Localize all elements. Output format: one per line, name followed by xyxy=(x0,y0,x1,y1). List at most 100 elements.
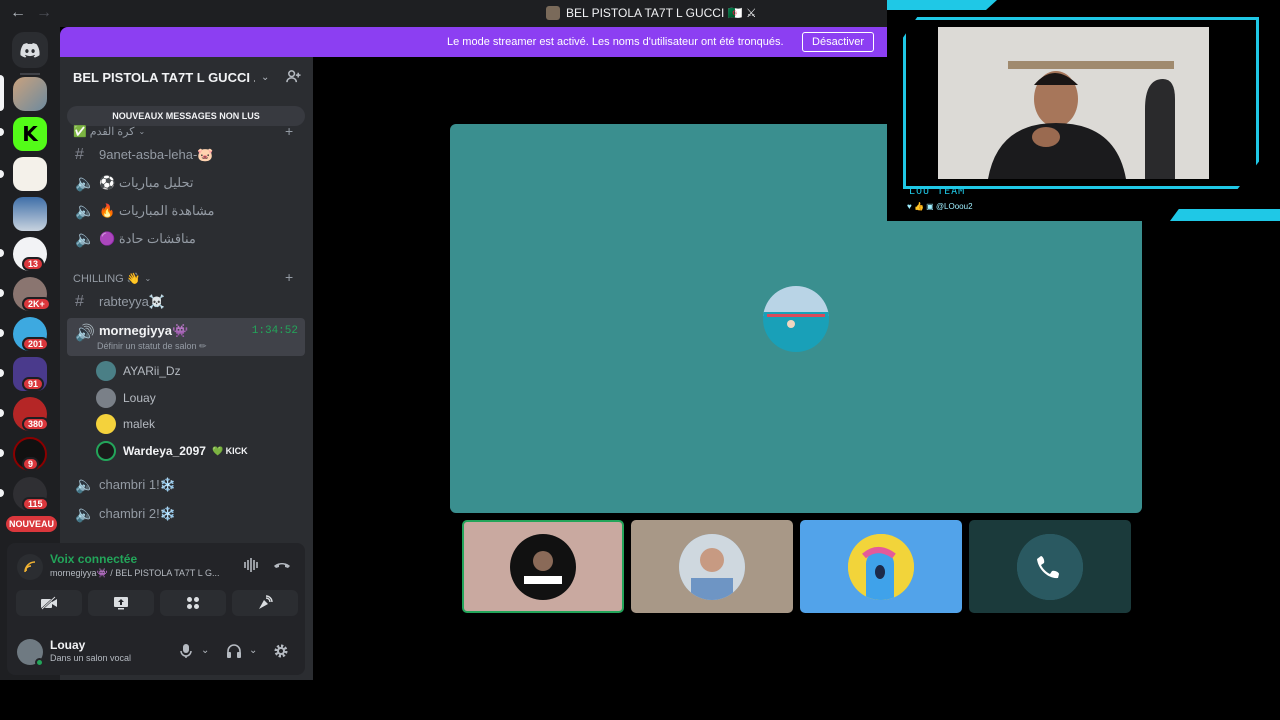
mention-badge: 201 xyxy=(22,337,50,351)
overlay-handle: ♥ 👍 ▣ @LOoou2 xyxy=(907,202,973,211)
avatar xyxy=(679,533,745,600)
channel-status-hint[interactable]: Définir un statut de salon ✏ xyxy=(97,341,207,352)
voice-channel[interactable]: 🔈 chambri 2!❄️ xyxy=(67,500,305,528)
channel-name: rabteyya☠️ xyxy=(99,294,166,309)
channel-name: 🟣 مناقشات حادة xyxy=(99,231,196,246)
voice-channel[interactable]: 🔈 chambri 1!❄️ xyxy=(67,471,305,499)
rail-separator xyxy=(20,73,40,75)
speaker-icon: 🔈 xyxy=(75,477,95,494)
category-chilling[interactable]: CHILLING 👋 ⌄ xyxy=(73,272,151,285)
add-channel-icon[interactable]: + xyxy=(285,269,293,285)
add-channel-icon[interactable]: + xyxy=(285,123,293,139)
voice-member[interactable]: AYARii_Dz xyxy=(96,359,181,383)
mention-badge: 9 xyxy=(22,457,40,471)
headphones-icon[interactable] xyxy=(226,643,242,659)
guild-name: BEL PISTOLA TA7T L GUCCI ... xyxy=(73,69,255,85)
online-status-icon xyxy=(35,658,44,667)
voice-member[interactable]: Louay xyxy=(96,386,156,410)
streamer-mode-banner: Le mode streamer est activé. Les noms d'… xyxy=(60,27,887,57)
participant-tile[interactable] xyxy=(631,520,793,613)
noise-suppression-icon[interactable] xyxy=(243,557,259,573)
member-name: Wardeya_2097 xyxy=(123,444,206,458)
speaker-icon: 🔈 xyxy=(75,231,95,248)
server-icon-club[interactable] xyxy=(13,157,47,191)
voice-member-speaking[interactable]: Wardeya_2097 💚 KICK xyxy=(96,439,248,463)
unread-messages-bar[interactable]: NOUVEAUX MESSAGES NON LUS xyxy=(67,106,305,126)
screen-share-icon xyxy=(114,597,128,610)
hash-icon: # xyxy=(75,146,84,163)
kick-badge: 💚 KICK xyxy=(211,445,248,457)
category-label: CHILLING 👋 xyxy=(73,273,141,285)
voice-channel[interactable]: 🔈 🔥 مشاهدة المباريات xyxy=(67,197,305,225)
back-arrow-icon[interactable]: ← xyxy=(10,4,26,21)
disable-streamer-button[interactable]: Désactiver xyxy=(802,32,874,52)
channel-name: chambri 1!❄️ xyxy=(99,477,176,492)
soundboard-button[interactable] xyxy=(232,590,298,616)
voice-channel[interactable]: 🔈 ⚽ تحليل مباريات xyxy=(67,169,305,197)
webcam-overlay: LOU TEAM ♥ 👍 ▣ @LOoou2 xyxy=(887,0,1280,221)
voice-channel[interactable]: 🔈 🟣 مناقشات حادة xyxy=(67,225,305,253)
mention-badge: 13 xyxy=(22,257,45,271)
avatar xyxy=(96,441,116,461)
avatar xyxy=(510,533,576,600)
nav-arrows: ← → xyxy=(10,4,62,22)
active-server-pill xyxy=(0,75,4,111)
channel-name: 9anet-asba-leha-🐷 xyxy=(99,147,214,162)
webcam-feed xyxy=(938,27,1209,179)
unread-pill xyxy=(0,369,4,377)
category-label: ✅ كرة القدم xyxy=(73,126,135,138)
overlay-accent xyxy=(887,0,997,10)
chevron-down-icon[interactable]: ⌄ xyxy=(249,645,257,656)
screen-share-button[interactable] xyxy=(88,590,154,616)
unread-pill xyxy=(0,289,4,297)
disconnect-icon[interactable] xyxy=(273,557,291,573)
server-icon-4[interactable] xyxy=(13,197,47,231)
category-kora[interactable]: ✅ كرة القدم ⌄ xyxy=(73,125,145,138)
voice-channel-active[interactable]: 🔊 mornegiyya👾 1:34:52 Définir un statut … xyxy=(67,318,305,356)
microphone-icon[interactable] xyxy=(179,643,193,659)
server-icon-kick[interactable]: K xyxy=(13,117,47,151)
participant-tile-speaking[interactable] xyxy=(462,520,624,613)
forward-arrow-icon[interactable]: → xyxy=(36,4,52,21)
unread-pill xyxy=(0,489,4,497)
voice-connected-label[interactable]: Voix connectée xyxy=(50,552,137,566)
focused-participant-avatar[interactable] xyxy=(763,286,829,352)
participant-tile[interactable] xyxy=(800,520,962,613)
add-member-icon[interactable] xyxy=(286,69,301,84)
unread-pill xyxy=(0,249,4,257)
discord-logo-icon xyxy=(20,42,40,58)
voice-channel-path[interactable]: mornegiyya👾 / BEL PISTOLA TA7T L G... xyxy=(50,568,230,579)
discord-home-button[interactable] xyxy=(12,32,48,68)
mention-badge: 115 xyxy=(22,497,49,511)
avatar xyxy=(96,361,116,381)
voice-member[interactable]: malek xyxy=(96,412,155,436)
text-channel[interactable]: # rabteyya☠️ xyxy=(67,288,305,316)
soundboard-icon xyxy=(259,595,273,609)
chevron-down-icon[interactable]: ⌄ xyxy=(201,645,209,656)
unread-pill xyxy=(0,449,4,457)
mention-badge: 380 xyxy=(22,417,50,431)
text-channel[interactable]: #9anet-asba-leha-🐷 xyxy=(67,141,305,169)
chevron-down-icon: ⌄ xyxy=(138,127,146,136)
participant-tile-calling[interactable] xyxy=(969,520,1131,613)
activities-button[interactable] xyxy=(160,590,226,616)
channel-name: 🔥 مشاهدة المباريات xyxy=(99,203,215,218)
mention-badge: 2K+ xyxy=(22,297,51,311)
unread-pill xyxy=(0,128,4,136)
connection-icon[interactable] xyxy=(17,554,43,580)
channel-name: mornegiyya👾 xyxy=(99,323,189,338)
new-servers-badge[interactable]: NOUVEAU xyxy=(6,516,58,532)
guild-header[interactable]: BEL PISTOLA TA7T L GUCCI ... ⌄ xyxy=(60,57,313,97)
camera-off-button[interactable] xyxy=(16,590,82,616)
banner-text: Le mode streamer est activé. Les noms d'… xyxy=(447,36,784,48)
server-icon-active[interactable] xyxy=(13,77,47,111)
avatar xyxy=(96,388,116,408)
chevron-down-icon: ⌄ xyxy=(144,274,152,283)
gear-icon[interactable] xyxy=(273,643,289,659)
username[interactable]: Louay xyxy=(50,638,85,652)
camera-off-icon xyxy=(41,596,57,610)
voice-timer: 1:34:52 xyxy=(251,325,298,337)
speaker-active-icon: 🔊 xyxy=(75,325,95,342)
unread-pill xyxy=(0,170,4,178)
member-name: Louay xyxy=(123,391,156,405)
